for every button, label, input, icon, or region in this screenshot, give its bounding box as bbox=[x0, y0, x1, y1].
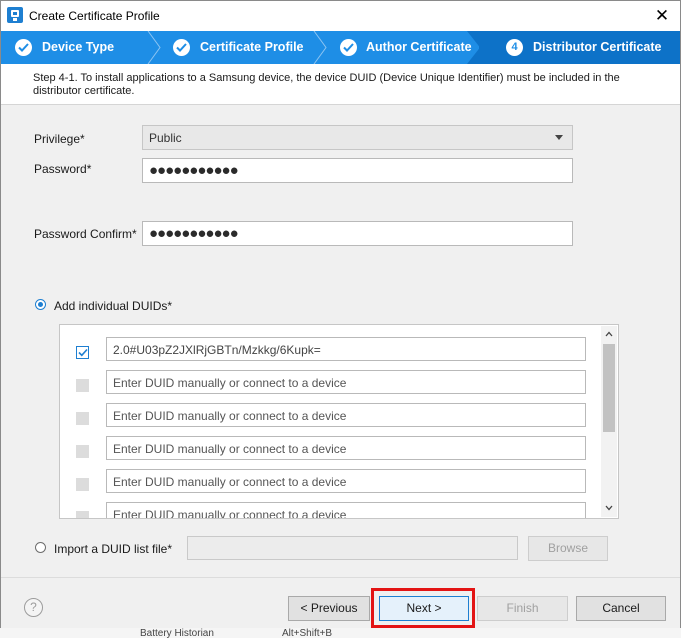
duid-row: Enter DUID manually or connect to a devi… bbox=[60, 469, 602, 502]
duid-placeholder: Enter DUID manually or connect to a devi… bbox=[113, 508, 347, 519]
password-confirm-field[interactable]: ●●●●●●●●●●● bbox=[142, 221, 573, 246]
background-shortcut: Alt+Shift+B bbox=[282, 628, 333, 639]
finish-button[interactable]: Finish bbox=[477, 596, 568, 621]
help-icon[interactable]: ? bbox=[24, 598, 43, 617]
import-duid-list-label: Import a DUID list file* bbox=[54, 542, 173, 556]
duid-list-file-field[interactable] bbox=[187, 536, 518, 560]
duid-checkbox[interactable] bbox=[76, 412, 89, 425]
browse-button[interactable]: Browse bbox=[528, 536, 608, 561]
duid-placeholder: Enter DUID manually or connect to a devi… bbox=[113, 376, 347, 390]
cancel-button[interactable]: Cancel bbox=[576, 596, 666, 621]
duid-input[interactable]: Enter DUID manually or connect to a devi… bbox=[106, 403, 586, 427]
import-duid-list-radio[interactable] bbox=[35, 542, 46, 553]
duid-checkbox[interactable] bbox=[76, 478, 89, 491]
duid-checkbox[interactable] bbox=[76, 511, 89, 518]
duid-row: Enter DUID manually or connect to a devi… bbox=[60, 403, 602, 436]
duid-checkbox[interactable] bbox=[76, 445, 89, 458]
dropdown-arrow-icon bbox=[555, 135, 563, 140]
duid-row: Enter DUID manually or connect to a devi… bbox=[60, 502, 602, 519]
wizard-stepper: Device Type Certificate Profile Author C… bbox=[1, 31, 680, 64]
password-confirm-masked-value: ●●●●●●●●●●● bbox=[149, 225, 239, 242]
step-description: Step 4-1. To install applications to a S… bbox=[1, 64, 680, 105]
password-label: Password* bbox=[34, 162, 92, 176]
duid-input[interactable]: Enter DUID manually or connect to a devi… bbox=[106, 370, 586, 394]
check-icon bbox=[173, 39, 190, 56]
step-label: Distributor Certificate bbox=[533, 40, 662, 54]
app-icon bbox=[7, 7, 23, 23]
duid-row: Enter DUID manually or connect to a devi… bbox=[60, 370, 602, 403]
background-window-strip bbox=[0, 628, 681, 638]
step-author-certificate: Author Certificate bbox=[326, 31, 476, 64]
check-icon bbox=[340, 39, 357, 56]
duid-row: 2.0#U03pZ2JXlRjGBTn/Mzkkg/6Kupk= bbox=[60, 337, 602, 370]
step-separator-icon bbox=[313, 31, 327, 64]
privilege-select[interactable]: Public bbox=[142, 125, 573, 150]
duid-value: 2.0#U03pZ2JXlRjGBTn/Mzkkg/6Kupk= bbox=[113, 343, 321, 357]
create-certificate-profile-dialog: Create Certificate Profile ✕ Device Type… bbox=[0, 0, 681, 638]
duid-input[interactable]: Enter DUID manually or connect to a devi… bbox=[106, 502, 586, 519]
check-icon bbox=[15, 39, 32, 56]
duid-input[interactable]: 2.0#U03pZ2JXlRjGBTn/Mzkkg/6Kupk= bbox=[106, 337, 586, 361]
step-label: Author Certificate bbox=[366, 40, 472, 54]
title-bar: Create Certificate Profile ✕ bbox=[1, 1, 680, 31]
duid-row: Enter DUID manually or connect to a devi… bbox=[60, 436, 602, 469]
scroll-thumb[interactable] bbox=[603, 344, 615, 432]
privilege-label: Privilege* bbox=[34, 132, 85, 146]
duid-placeholder: Enter DUID manually or connect to a devi… bbox=[113, 475, 347, 489]
duid-list: 2.0#U03pZ2JXlRjGBTn/Mzkkg/6Kupk= Enter D… bbox=[59, 324, 619, 519]
previous-button[interactable]: < Previous bbox=[288, 596, 370, 621]
duid-input[interactable]: Enter DUID manually or connect to a devi… bbox=[106, 469, 586, 493]
close-button[interactable]: ✕ bbox=[652, 6, 672, 26]
step-certificate-profile: Certificate Profile bbox=[159, 31, 319, 64]
duid-input[interactable]: Enter DUID manually or connect to a devi… bbox=[106, 436, 586, 460]
scroll-up-icon[interactable] bbox=[605, 331, 613, 339]
duid-placeholder: Enter DUID manually or connect to a devi… bbox=[113, 442, 347, 456]
step-number: 4 bbox=[506, 39, 523, 56]
step-description-text: Step 4-1. To install applications to a S… bbox=[33, 72, 620, 97]
background-menu-item: Battery Historian bbox=[140, 628, 214, 639]
password-field[interactable]: ●●●●●●●●●●● bbox=[142, 158, 573, 183]
add-individual-duids-radio[interactable] bbox=[35, 299, 46, 310]
password-masked-value: ●●●●●●●●●●● bbox=[149, 162, 239, 179]
step-device-type: Device Type bbox=[1, 31, 151, 64]
footer-divider bbox=[1, 577, 680, 578]
add-individual-duids-label: Add individual DUIDs* bbox=[54, 299, 173, 313]
step-label: Device Type bbox=[42, 40, 115, 54]
next-button-highlight bbox=[371, 588, 475, 628]
password-confirm-label: Password Confirm* bbox=[34, 227, 137, 241]
duid-placeholder: Enter DUID manually or connect to a devi… bbox=[113, 409, 347, 423]
duid-list-scrollbar[interactable] bbox=[601, 326, 617, 517]
step-label: Certificate Profile bbox=[200, 40, 304, 54]
window-title: Create Certificate Profile bbox=[29, 9, 160, 23]
step-distributor-certificate: 4 Distributor Certificate bbox=[467, 31, 680, 64]
privilege-value: Public bbox=[149, 131, 182, 145]
scroll-down-icon[interactable] bbox=[605, 505, 613, 513]
duid-checkbox[interactable] bbox=[76, 346, 89, 359]
duid-checkbox[interactable] bbox=[76, 379, 89, 392]
